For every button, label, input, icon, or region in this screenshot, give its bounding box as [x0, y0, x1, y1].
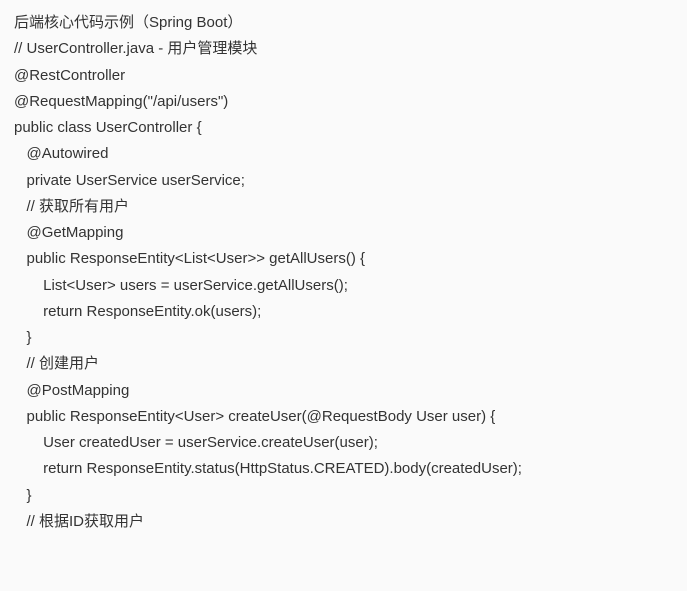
code-line: }	[14, 483, 673, 509]
code-line: @Autowired	[14, 141, 673, 167]
code-line: @GetMapping	[14, 220, 673, 246]
code-line: public ResponseEntity<User> createUser(@…	[14, 404, 673, 430]
code-block: 后端核心代码示例（Spring Boot） // UserController.…	[14, 10, 673, 535]
code-line: @RestController	[14, 63, 673, 89]
code-line: private UserService userService;	[14, 168, 673, 194]
code-line: @RequestMapping("/api/users")	[14, 89, 673, 115]
code-line: return ResponseEntity.status(HttpStatus.…	[14, 456, 673, 482]
code-line: User createdUser = userService.createUse…	[14, 430, 673, 456]
code-line: }	[14, 325, 673, 351]
code-line: public class UserController {	[14, 115, 673, 141]
code-line: 后端核心代码示例（Spring Boot）	[14, 10, 673, 36]
code-line: public ResponseEntity<List<User>> getAll…	[14, 246, 673, 272]
code-line: @PostMapping	[14, 378, 673, 404]
code-line: // UserController.java - 用户管理模块	[14, 36, 673, 62]
code-line: List<User> users = userService.getAllUse…	[14, 273, 673, 299]
code-line: // 创建用户	[14, 351, 673, 377]
code-line: // 根据ID获取用户	[14, 509, 673, 535]
code-line: return ResponseEntity.ok(users);	[14, 299, 673, 325]
code-line: // 获取所有用户	[14, 194, 673, 220]
